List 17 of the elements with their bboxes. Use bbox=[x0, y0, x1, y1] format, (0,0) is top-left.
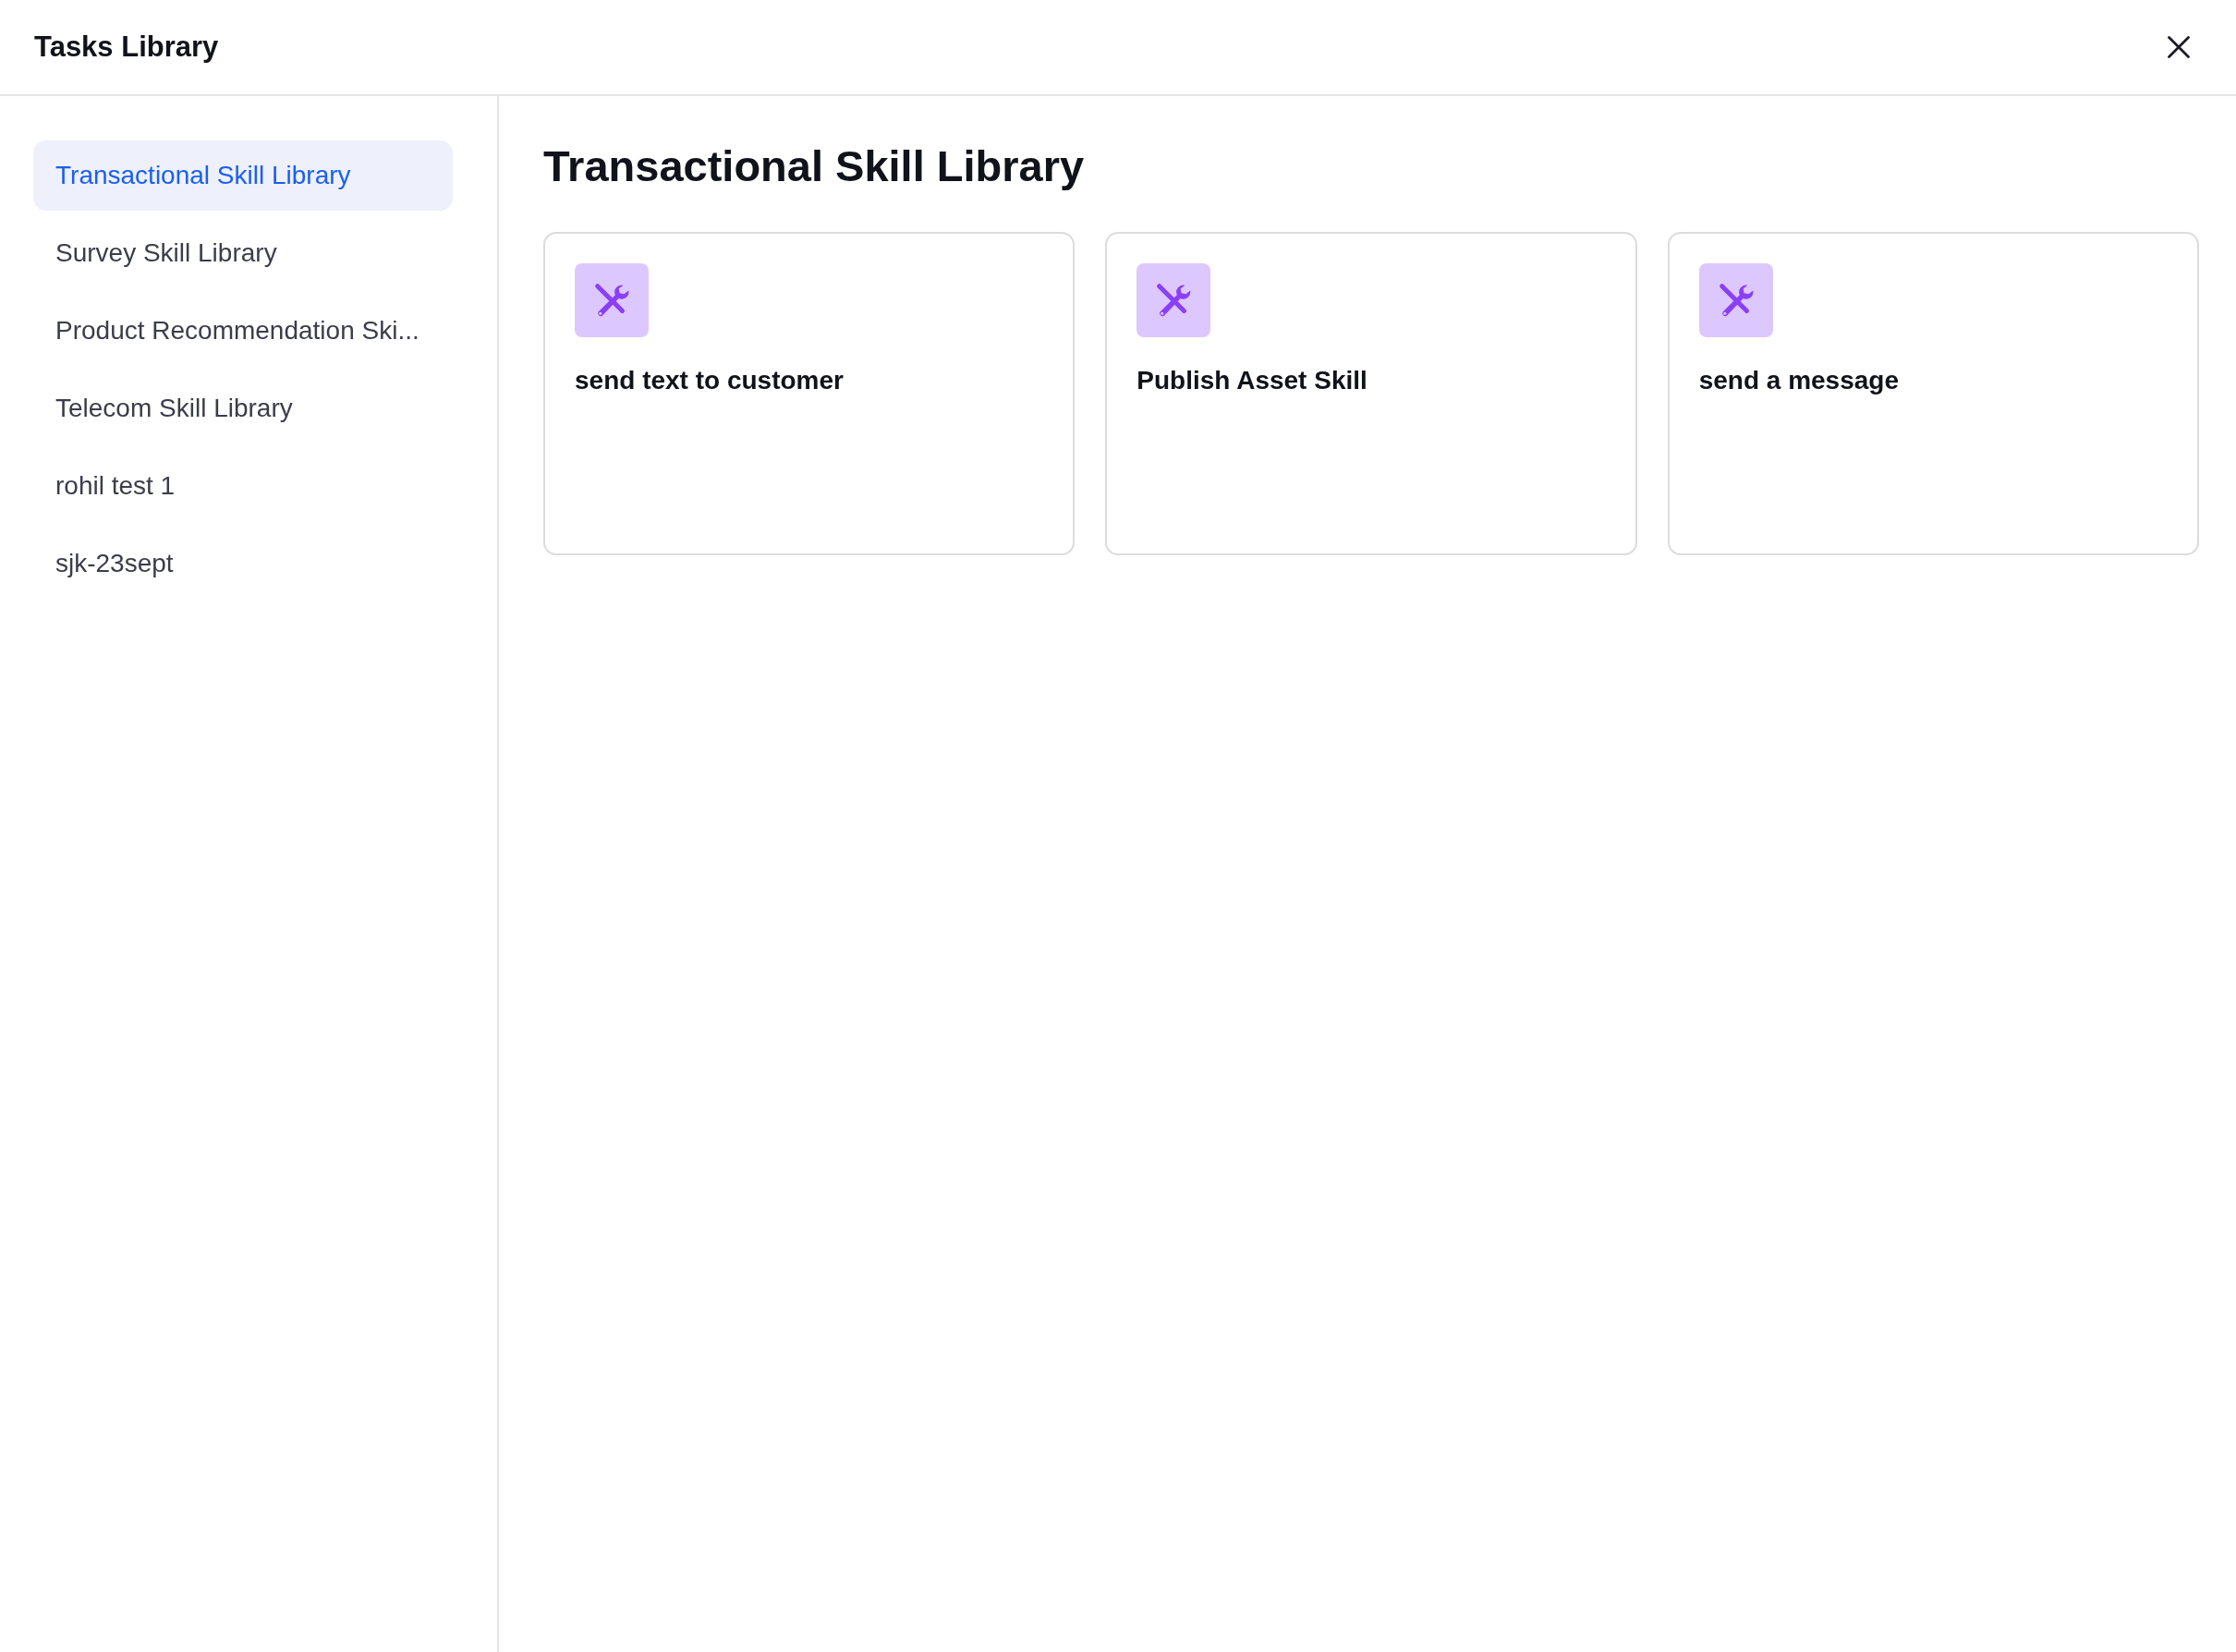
sidebar-item[interactable]: Transactional Skill Library bbox=[33, 140, 453, 211]
tools-icon bbox=[1136, 263, 1211, 338]
sidebar-item[interactable]: Product Recommendation Ski... bbox=[33, 296, 453, 366]
card-title: Publish Asset Skill bbox=[1136, 365, 1368, 397]
sidebar-item[interactable]: Telecom Skill Library bbox=[33, 373, 453, 443]
skill-card[interactable]: send a message bbox=[1667, 232, 2199, 556]
window-title: Tasks Library bbox=[34, 29, 219, 65]
tools-icon bbox=[1698, 263, 1773, 338]
card-title: send text to customer bbox=[575, 365, 845, 397]
card-title: send a message bbox=[1698, 365, 1900, 397]
sidebar-item[interactable]: sjk-23sept bbox=[33, 528, 453, 599]
skill-card[interactable]: send text to customer bbox=[543, 232, 1075, 556]
skill-card[interactable]: Publish Asset Skill bbox=[1105, 232, 1637, 556]
sidebar-item[interactable]: Survey Skill Library bbox=[33, 218, 453, 288]
tools-icon bbox=[575, 263, 649, 338]
page-heading: Transactional Skill Library bbox=[543, 140, 1086, 192]
sidebar-item[interactable]: rohil test 1 bbox=[33, 451, 453, 521]
